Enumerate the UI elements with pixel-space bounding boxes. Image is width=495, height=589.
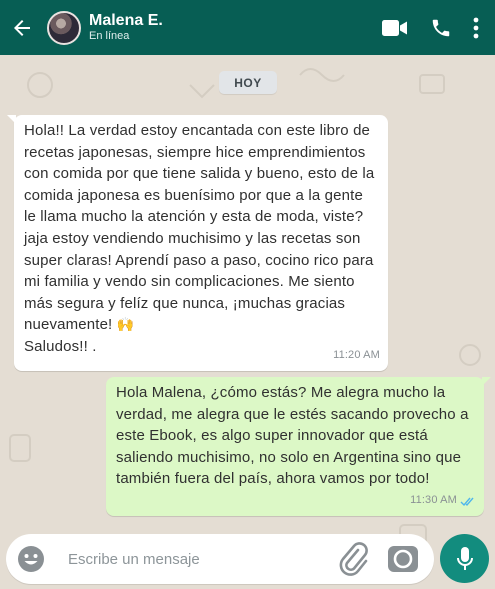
video-call-icon (382, 19, 407, 36)
message-text: Hola Malena, ¿cómo estás? Me alegra much… (116, 384, 469, 488)
contact-name: Malena E. (89, 12, 163, 29)
composer (6, 534, 434, 584)
phone-icon (432, 19, 450, 36)
contact-status: En línea (89, 30, 130, 42)
video-call-button[interactable] (381, 0, 409, 55)
kebab-menu-icon (473, 17, 479, 38)
composer-bar (0, 530, 495, 589)
voice-call-button[interactable] (429, 0, 453, 55)
camera-icon[interactable] (386, 542, 420, 576)
date-chip: HOY (219, 71, 277, 94)
menu-button[interactable] (469, 0, 483, 55)
chat-header: Malena E. En línea (0, 0, 495, 55)
message-text: Hola!! La verdad estoy encantada con est… (24, 122, 375, 355)
paperclip-icon[interactable] (338, 541, 368, 577)
message-input[interactable] (68, 550, 308, 568)
message-meta: 11:20 AM (333, 345, 380, 367)
mic-button[interactable] (440, 534, 489, 583)
message-time: 11:20 AM (333, 349, 380, 362)
back-arrow-icon (14, 19, 30, 36)
message-meta: 11:30 AM (410, 490, 476, 512)
emoji-icon[interactable] (16, 544, 46, 574)
raising-hands-emoji-icon: 🙌 (116, 316, 135, 333)
microphone-icon (456, 546, 473, 570)
contact-info[interactable]: Malena E. En línea (89, 12, 163, 43)
header-actions (381, 0, 495, 55)
message-time: 11:30 AM (410, 494, 457, 507)
outgoing-message[interactable]: Hola Malena, ¿cómo estás? Me alegra much… (106, 377, 491, 516)
double-check-read-icon (460, 497, 474, 506)
avatar[interactable] (47, 10, 81, 45)
back-button[interactable] (4, 0, 40, 55)
incoming-message[interactable]: Hola!! La verdad estoy encantada con est… (7, 115, 388, 371)
